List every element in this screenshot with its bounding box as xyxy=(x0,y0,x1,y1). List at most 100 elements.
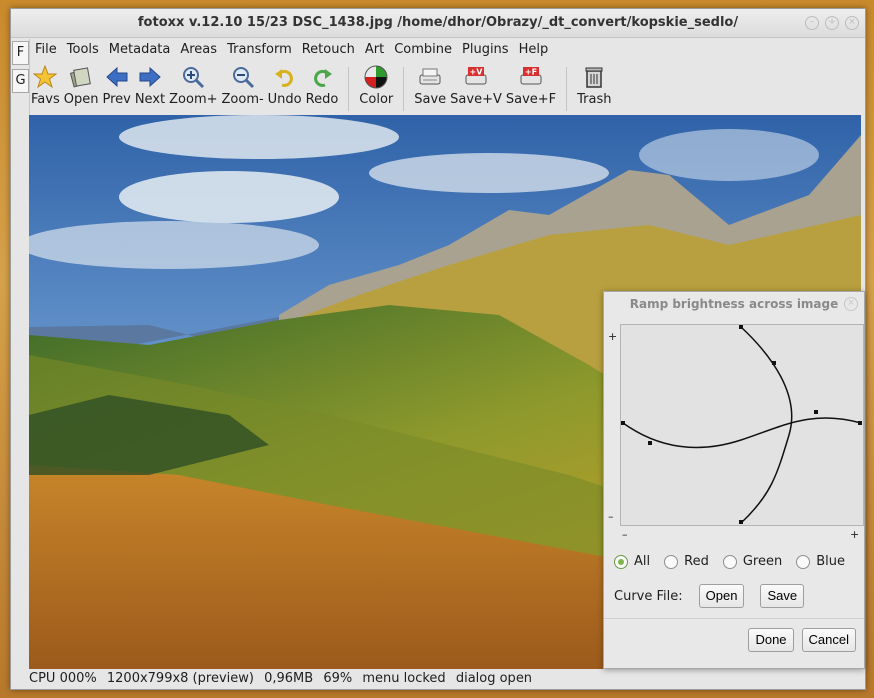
next-button[interactable]: Next xyxy=(133,65,167,109)
redo-icon xyxy=(314,69,332,87)
side-tab-f[interactable]: F xyxy=(12,41,29,65)
curve-node xyxy=(772,361,776,365)
color-button[interactable]: Color xyxy=(357,65,395,109)
favs-label: Favs xyxy=(31,92,60,107)
x-axis-minus-label: – xyxy=(622,528,628,541)
redo-button[interactable]: Redo xyxy=(304,65,341,109)
dialog-close-icon[interactable]: × xyxy=(844,297,858,311)
star-icon xyxy=(33,65,58,89)
trash-button[interactable]: Trash xyxy=(575,65,613,109)
zoom-in-label: Zoom+ xyxy=(169,92,218,107)
menu-bar: File Tools Metadata Areas Transform Reto… xyxy=(31,39,554,61)
open-folder-icon xyxy=(69,67,91,88)
side-strip: F G xyxy=(11,39,30,649)
prev-button[interactable]: Prev xyxy=(100,65,132,109)
radio-blue-dot[interactable] xyxy=(796,554,811,569)
channel-radio-group: All Red Green Blue xyxy=(614,554,845,569)
curve-save-button[interactable]: Save xyxy=(760,584,805,608)
menu-areas[interactable]: Areas xyxy=(176,39,223,61)
dialog-actions: Done Cancel xyxy=(748,628,856,652)
window-title: fotoxx v.12.10 15/23 DSC_1438.jpg /home/… xyxy=(137,15,739,30)
zoom-out-icon xyxy=(232,67,254,89)
title-bar: fotoxx v.12.10 15/23 DSC_1438.jpg /home/… xyxy=(11,9,865,38)
radio-red-label: Red xyxy=(684,554,709,569)
zoom-in-icon xyxy=(183,67,205,89)
dialog-title: Ramp brightness across image xyxy=(629,297,839,311)
curve-open-button[interactable]: Open xyxy=(698,584,745,608)
open-button[interactable]: Open xyxy=(62,65,101,109)
save-label: Save xyxy=(414,92,447,107)
undo-button[interactable]: Undo xyxy=(266,65,304,109)
done-button[interactable]: Done xyxy=(748,628,794,652)
undo-label: Undo xyxy=(267,92,302,107)
save-version-icon: +V xyxy=(465,67,487,85)
curve-file-label: Curve File: xyxy=(614,588,683,604)
menu-tools[interactable]: Tools xyxy=(63,39,105,61)
curve-node xyxy=(739,520,743,524)
radio-all-dot[interactable] xyxy=(614,554,628,569)
minimize-button[interactable]: – xyxy=(805,16,819,30)
save-button[interactable]: Save xyxy=(412,65,448,109)
radio-red[interactable]: Red xyxy=(664,554,709,569)
curve-node xyxy=(739,325,743,329)
cancel-button[interactable]: Cancel xyxy=(801,628,856,652)
y-axis-minus-label: – xyxy=(608,510,614,523)
zoom-out-label: Zoom- xyxy=(221,92,264,107)
menu-combine[interactable]: Combine xyxy=(390,39,458,61)
menu-help[interactable]: Help xyxy=(515,39,555,61)
curve-node xyxy=(648,441,652,445)
app-window: fotoxx v.12.10 15/23 DSC_1438.jpg /home/… xyxy=(10,8,866,690)
open-label: Open xyxy=(63,92,99,107)
zoom-in-button[interactable]: Zoom+ xyxy=(167,65,219,109)
toolbar-separator xyxy=(348,67,350,111)
toolbar-separator xyxy=(566,67,568,111)
curve-node xyxy=(814,410,818,414)
next-label: Next xyxy=(134,92,166,107)
menu-retouch[interactable]: Retouch xyxy=(298,39,361,61)
arrow-left-icon xyxy=(105,66,128,88)
radio-green-label: Green xyxy=(742,554,783,569)
radio-all[interactable]: All xyxy=(614,554,650,569)
radio-red-dot[interactable] xyxy=(664,554,679,569)
horizontal-curve xyxy=(622,417,862,449)
menu-transform[interactable]: Transform xyxy=(223,39,298,61)
curve-graph xyxy=(621,325,862,524)
status-memory: 0,96MB xyxy=(264,671,314,686)
radio-blue-label: Blue xyxy=(816,554,845,569)
svg-text:+V: +V xyxy=(470,68,484,77)
zoom-out-button[interactable]: Zoom- xyxy=(220,65,266,109)
color-wheel-icon xyxy=(364,65,388,89)
radio-blue[interactable]: Blue xyxy=(796,554,845,569)
save-f-button[interactable]: +F Save+F xyxy=(504,65,558,109)
menu-file[interactable]: File xyxy=(31,39,63,61)
status-dialog: dialog open xyxy=(455,671,533,686)
save-v-label: Save+V xyxy=(450,92,502,107)
save-v-button[interactable]: +V Save+V xyxy=(448,65,504,109)
x-axis-plus-label: + xyxy=(850,528,860,541)
menu-art[interactable]: Art xyxy=(361,39,390,61)
color-label: Color xyxy=(359,92,394,107)
redo-label: Redo xyxy=(305,92,339,107)
radio-green-dot[interactable] xyxy=(722,554,737,569)
trash-icon xyxy=(585,67,603,88)
menu-plugins[interactable]: Plugins xyxy=(458,39,515,61)
radio-green[interactable]: Green xyxy=(722,554,783,569)
menu-metadata[interactable]: Metadata xyxy=(105,39,177,61)
favs-button[interactable]: Favs xyxy=(29,65,62,109)
y-axis-plus-label: + xyxy=(608,330,618,343)
maximize-button[interactable]: + xyxy=(825,16,839,30)
status-bar: CPU 000% 1200x799x8 (preview) 0,96MB 69%… xyxy=(29,669,865,689)
ramp-brightness-dialog: Ramp brightness across image × + – – + A… xyxy=(603,291,865,669)
curve-editor[interactable] xyxy=(620,324,864,526)
side-tab-g[interactable]: G xyxy=(12,69,29,93)
toolbar: Favs Open Prev Next Zoom+ Zoom- Undo Red… xyxy=(29,63,865,115)
undo-icon xyxy=(274,69,293,87)
svg-text:+F: +F xyxy=(525,68,537,77)
arrow-right-icon xyxy=(139,66,161,88)
status-size: 1200x799x8 (preview) xyxy=(106,671,254,686)
close-button[interactable]: × xyxy=(845,16,859,30)
save-file-icon: +F xyxy=(520,67,542,85)
curve-node xyxy=(621,421,625,425)
trash-label: Trash xyxy=(577,92,612,107)
status-zoom: 69% xyxy=(323,671,353,686)
